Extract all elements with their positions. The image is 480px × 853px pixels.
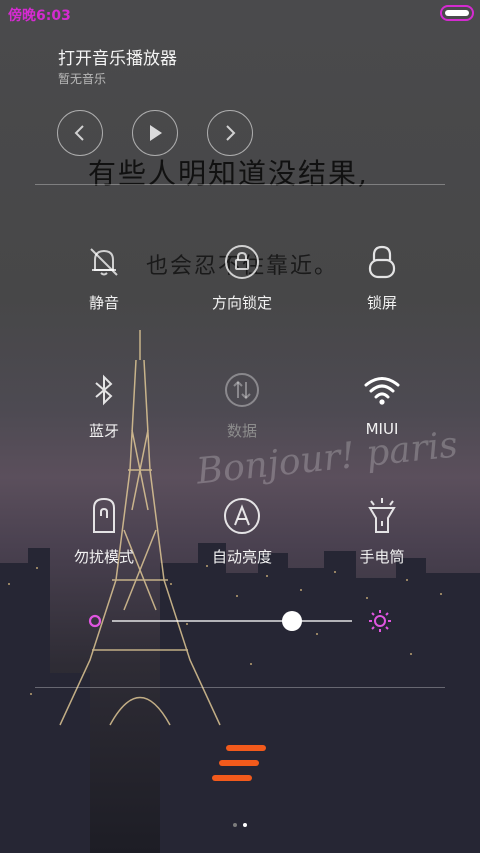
next-track-button[interactable] <box>207 110 253 156</box>
toggle-wifi-label: MIUI <box>365 420 399 438</box>
toggle-auto-brightness-label: 自动亮度 <box>211 548 272 566</box>
status-bar: 傍晚6:03 <box>0 0 480 26</box>
music-player-title[interactable]: 打开音乐播放器 <box>58 44 177 69</box>
lock-icon <box>368 245 396 279</box>
toggle-do-not-disturb-label: 勿扰模式 <box>73 548 134 566</box>
flashlight-icon <box>368 498 396 533</box>
toggle-bluetooth-label: 蓝牙 <box>88 422 119 440</box>
status-time: 傍晚6:03 <box>8 8 71 24</box>
divider-top <box>35 184 445 185</box>
brightness-slider-thumb[interactable] <box>282 611 302 631</box>
toggle-wifi[interactable]: MIUI <box>322 370 442 438</box>
page-dot-1 <box>233 823 237 827</box>
wifi-icon <box>364 377 400 405</box>
battery-level-fill <box>445 10 469 16</box>
music-player-subtitle: 暂无音乐 <box>58 72 107 86</box>
toggle-mobile-data[interactable]: 数据 <box>182 370 302 441</box>
play-icon <box>150 125 162 141</box>
do-not-disturb-icon <box>93 497 115 533</box>
brightness-high-icon <box>369 610 391 632</box>
toggle-flashlight[interactable]: 手电筒 <box>322 496 442 567</box>
brightness-slider-track[interactable] <box>112 620 352 622</box>
toggle-mute[interactable]: 静音 <box>44 242 164 313</box>
page-dot-2 <box>243 823 247 827</box>
toggle-mute-label: 静音 <box>88 294 119 312</box>
toggle-bluetooth[interactable]: 蓝牙 <box>44 370 164 441</box>
toggle-rotation-lock-label: 方向锁定 <box>211 294 272 312</box>
mobile-data-icon <box>225 373 259 407</box>
auto-brightness-icon <box>224 498 260 534</box>
page-indicator <box>0 812 480 831</box>
toggle-do-not-disturb[interactable]: 勿扰模式 <box>44 496 164 567</box>
hamburger-menu-icon[interactable] <box>212 745 268 783</box>
battery-icon <box>440 5 474 21</box>
toggle-flashlight-label: 手电筒 <box>359 548 405 566</box>
chevron-right-icon <box>226 125 236 141</box>
chevron-left-icon <box>74 125 84 141</box>
bluetooth-icon <box>95 374 113 406</box>
rotation-lock-icon <box>225 245 259 279</box>
toggle-auto-brightness[interactable]: 自动亮度 <box>182 496 302 567</box>
divider-bottom <box>35 687 445 688</box>
toggle-lock-screen[interactable]: 锁屏 <box>322 242 442 313</box>
bell-off-icon <box>90 248 118 276</box>
brightness-low-icon <box>88 614 102 628</box>
play-button[interactable] <box>132 110 178 156</box>
toggle-rotation-lock[interactable]: 方向锁定 <box>182 242 302 313</box>
toggle-mobile-data-label: 数据 <box>226 422 257 440</box>
previous-track-button[interactable] <box>57 110 103 156</box>
control-center: 打开音乐播放器 暂无音乐 静音 方向锁定 锁屏 蓝牙 数据 MIUI 勿扰模式 … <box>0 0 480 853</box>
toggle-lock-screen-label: 锁屏 <box>366 294 397 312</box>
